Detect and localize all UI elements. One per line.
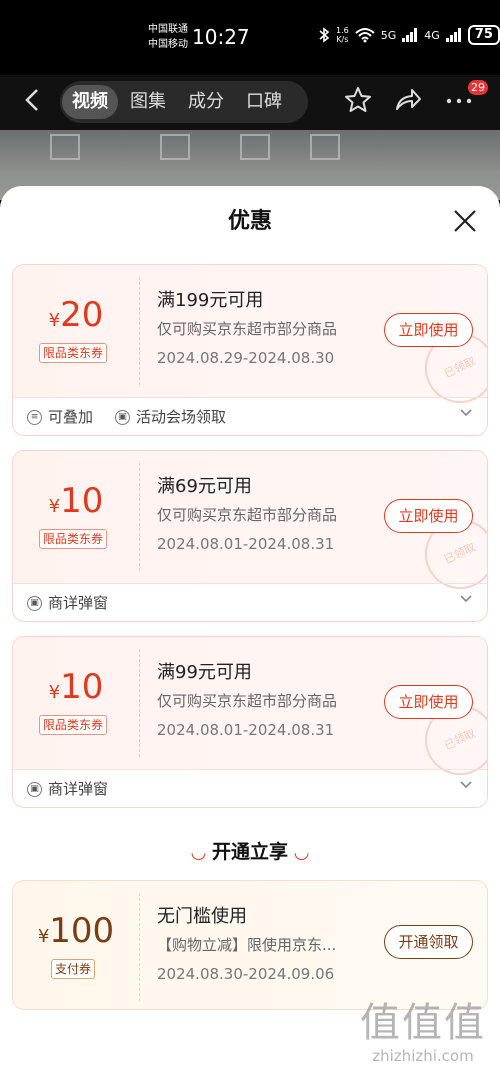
sheet-title: 优惠 — [227, 209, 272, 234]
coupon-condition: 满99元可用 — [157, 662, 252, 683]
tab-ingredients[interactable]: 成分 — [178, 85, 234, 119]
coupon-description: 仅可购买京东超市部分商品 — [157, 692, 338, 710]
battery-icon: 75 — [467, 25, 500, 45]
video-frame-window — [310, 134, 340, 160]
tab-video[interactable]: 视频 — [62, 85, 118, 119]
coupon-description: 【购物立减】限使用京东... — [157, 936, 337, 954]
currency-symbol: ¥ — [48, 496, 61, 517]
source-info: ▣ 活动会场领取 — [115, 407, 226, 427]
currency-symbol: ¥ — [48, 310, 61, 331]
coupon-type-tag: 限品类东券 — [39, 529, 108, 549]
activate-claim-button[interactable]: 开通领取 — [384, 925, 473, 959]
coupon-validity: 2024.08.01-2024.08.31 — [157, 535, 335, 553]
coupon-divider — [139, 649, 140, 757]
coupon-type-tag: 限品类东券 — [39, 715, 108, 735]
use-now-button[interactable]: 立即使用 — [384, 313, 473, 347]
bluetooth-icon — [319, 27, 330, 43]
ticket-icon: ▣ — [27, 595, 42, 611]
coupon-sheet: 优惠 ¥20 限品类东券 满199元可用 仅可购买京东超市部分商品 2024.0… — [0, 186, 500, 1083]
coupon-body: ¥10 限品类东券 满69元可用 仅可购买京东超市部分商品 2024.08.01… — [13, 451, 487, 601]
source-info: ▣ 商详弹窗 — [27, 779, 108, 799]
system-icons: 1.6 K/s 5G 4G 75 — [318, 25, 500, 45]
coupon-amount: ¥10 — [13, 481, 139, 521]
video-frame-window — [240, 134, 270, 160]
coupon-condition: 满199元可用 — [157, 290, 264, 311]
coupon-validity: 2024.08.29-2024.08.30 — [157, 349, 335, 367]
signal-icon — [402, 28, 418, 42]
watermark: 值值值 zhizhizhi.com — [348, 1000, 498, 1080]
coupon-footer[interactable]: ▣ 商详弹窗 — [13, 769, 487, 807]
smile-left-icon: ◡ — [191, 842, 206, 863]
tab-reviews[interactable]: 口碑 — [236, 85, 292, 119]
carrier-info: 中国联通 中国移动 — [148, 22, 188, 52]
video-frame-window — [160, 134, 190, 160]
coupon-validity: 2024.08.01-2024.08.31 — [157, 721, 335, 739]
amount-value: 10 — [60, 481, 104, 521]
coupon-value: ¥10 限品类东券 — [13, 637, 139, 769]
network-type-2: 4G — [424, 28, 440, 42]
coupon-body: ¥20 限品类东券 满199元可用 仅可购买京东超市部分商品 2024.08.2… — [13, 265, 487, 415]
coupon-divider — [139, 893, 140, 1001]
coupon-condition: 无门槛使用 — [157, 906, 247, 927]
coupon-footer[interactable]: ▣ 商详弹窗 — [13, 583, 487, 621]
currency-symbol: ¥ — [48, 682, 61, 703]
tab-gallery[interactable]: 图集 — [120, 85, 176, 119]
smile-right-icon: ◡ — [294, 842, 309, 863]
carrier-1: 中国联通 — [148, 24, 188, 35]
coupon-amount: ¥10 — [13, 667, 139, 707]
share-icon[interactable] — [393, 85, 423, 122]
coupon-validity: 2024.08.30-2024.09.06 — [157, 965, 335, 983]
coupon-description: 仅可购买京东超市部分商品 — [157, 506, 338, 524]
source-info: ▣ 商详弹窗 — [27, 593, 108, 613]
coupon-value: ¥10 限品类东券 — [13, 451, 139, 583]
carrier-2: 中国移动 — [148, 39, 188, 50]
coupon-body: ¥10 限品类东券 满99元可用 仅可购买京东超市部分商品 2024.08.01… — [13, 637, 487, 787]
star-icon[interactable] — [343, 85, 373, 122]
close-icon[interactable] — [450, 206, 480, 236]
watermark-logo: 值值值 — [360, 1000, 486, 1046]
media-tabs: 视频 图集 成分 口碑 — [60, 81, 308, 123]
amount-value: 20 — [60, 295, 104, 335]
ticket-icon: ▣ — [27, 781, 42, 797]
video-frame-window — [50, 134, 80, 160]
watermark-url: zhizhizhi.com — [372, 1047, 474, 1065]
coupon-type-tag: 限品类东券 — [39, 343, 108, 363]
coupon-card: ¥10 限品类东券 满99元可用 仅可购买京东超市部分商品 2024.08.01… — [12, 636, 488, 808]
use-now-button[interactable]: 立即使用 — [384, 685, 473, 719]
coupon-card: ¥20 限品类东券 满199元可用 仅可购买京东超市部分商品 2024.08.2… — [12, 264, 488, 436]
coupon-amount: ¥20 — [13, 295, 139, 335]
section-title: ◡ 开通立享 ◡ — [191, 841, 309, 863]
network-speed: 1.6 K/s — [336, 26, 349, 44]
wifi-icon — [355, 28, 375, 43]
amount-value: 10 — [60, 667, 104, 707]
payment-coupon-card: ¥100 支付券 无门槛使用 【购物立减】限使用京东... 2024.08.30… — [12, 880, 488, 1010]
top-nav: 视频 图集 成分 口碑 29 — [0, 75, 500, 130]
chevron-down-icon[interactable] — [459, 777, 473, 795]
coupon-value: ¥20 限品类东券 — [13, 265, 139, 397]
currency-symbol: ¥ — [37, 926, 50, 947]
stack-icon: ≡ — [27, 409, 42, 425]
message-count-badge: 29 — [468, 80, 488, 95]
use-now-button[interactable]: 立即使用 — [384, 499, 473, 533]
back-icon[interactable] — [18, 85, 48, 115]
signal-icon-2 — [445, 28, 461, 42]
coupon-footer[interactable]: ≡ 可叠加 ▣ 活动会场领取 — [13, 397, 487, 435]
coupon-divider — [139, 277, 140, 385]
coupon-description: 仅可购买京东超市部分商品 — [157, 320, 338, 338]
coupon-value: ¥100 支付券 — [13, 881, 139, 1013]
coupon-amount: ¥100 — [13, 911, 139, 951]
chevron-down-icon[interactable] — [459, 405, 473, 423]
network-type-1: 5G — [380, 28, 397, 42]
amount-value: 100 — [49, 911, 115, 951]
chevron-down-icon[interactable] — [459, 591, 473, 609]
ticket-icon: ▣ — [115, 409, 130, 425]
coupon-card: ¥10 限品类东券 满69元可用 仅可购买京东超市部分商品 2024.08.01… — [12, 450, 488, 622]
coupon-divider — [139, 463, 140, 571]
coupon-condition: 满69元可用 — [157, 476, 252, 497]
stackable-info: ≡ 可叠加 — [27, 407, 93, 427]
clock: 10:27 — [192, 25, 250, 49]
coupon-type-tag: 支付券 — [51, 959, 96, 979]
status-bar: 中国联通 中国移动 10:27 1.6 K/s 5G 4G 75 — [0, 0, 500, 75]
